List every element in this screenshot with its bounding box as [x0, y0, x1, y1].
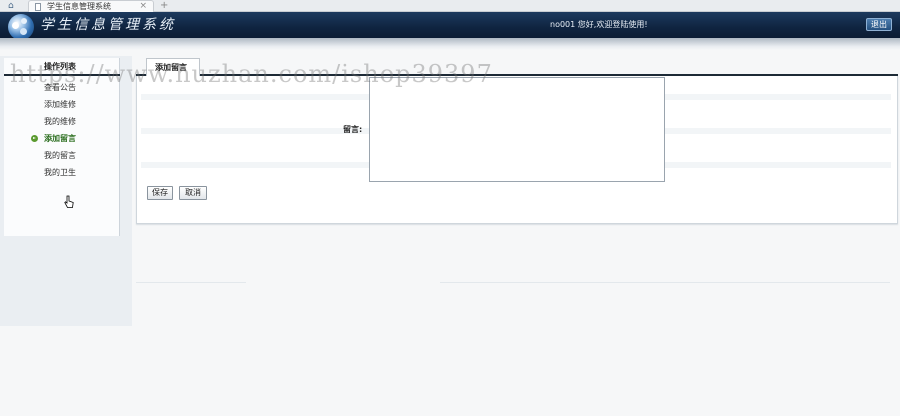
- sidebar-item-my-messages[interactable]: 我的留言: [4, 148, 120, 165]
- save-button[interactable]: 保存: [147, 186, 173, 200]
- sidebar: 操作列表 查看公告 添加维修 我的维修 添加留言 我的留言 我的卫生: [0, 56, 132, 326]
- sidebar-item-label: 我的留言: [44, 151, 76, 160]
- sidebar-panel: 操作列表 查看公告 添加维修 我的维修 添加留言 我的留言 我的卫生: [4, 58, 120, 236]
- divider: [136, 282, 246, 283]
- divider: [440, 282, 890, 283]
- sidebar-item-label: 我的维修: [44, 117, 76, 126]
- sidebar-item-add-message[interactable]: 添加留言: [4, 131, 120, 148]
- sidebar-item-label: 查看公告: [44, 83, 76, 92]
- hand-cursor-icon: [64, 195, 74, 208]
- sidebar-title-label: 操作列表: [44, 62, 76, 71]
- browser-tab[interactable]: 学生信息管理系统 ×: [28, 0, 154, 12]
- tab-add-message[interactable]: 添加留言: [146, 58, 200, 76]
- app-title: 学生信息管理系统: [40, 17, 176, 33]
- sidebar-item-my-hygiene[interactable]: 我的卫生: [4, 165, 120, 182]
- browser-tab-strip: ⌂ 学生信息管理系统 × +: [0, 0, 900, 12]
- document-icon: [35, 3, 41, 11]
- sidebar-title: 操作列表: [4, 58, 120, 76]
- header-divider: [0, 38, 900, 50]
- logout-button[interactable]: 退出: [866, 18, 892, 31]
- sidebar-item-my-repairs[interactable]: 我的维修: [4, 114, 120, 131]
- browser-tab-title: 学生信息管理系统: [47, 2, 111, 11]
- main-content: 添加留言 留言: 保存 取消: [136, 56, 898, 224]
- arrow-right-icon: [31, 135, 38, 142]
- message-textarea[interactable]: [369, 77, 665, 182]
- welcome-text: no001 您好,欢迎登陆使用!: [550, 20, 648, 29]
- close-tab-icon[interactable]: ×: [139, 1, 147, 12]
- sidebar-menu: 查看公告 添加维修 我的维修 添加留言 我的留言 我的卫生: [4, 80, 120, 182]
- app-logo: [8, 14, 34, 40]
- cancel-button[interactable]: 取消: [179, 186, 207, 200]
- message-field-label: 留言:: [343, 125, 363, 134]
- sidebar-item-label: 添加维修: [44, 100, 76, 109]
- sidebar-item-label: 我的卫生: [44, 168, 76, 177]
- sidebar-item-add-repair[interactable]: 添加维修: [4, 97, 120, 114]
- form-body: 留言: 保存 取消: [136, 76, 898, 224]
- tab-label: 添加留言: [155, 63, 187, 72]
- home-icon[interactable]: ⌂: [8, 1, 18, 11]
- app-header: 学生信息管理系统 no001 您好,欢迎登陆使用! 退出: [0, 12, 900, 40]
- sidebar-item-label: 添加留言: [44, 134, 76, 143]
- content-tabbar: 添加留言: [136, 56, 898, 76]
- new-tab-icon[interactable]: +: [160, 0, 168, 11]
- sidebar-item-view-notices[interactable]: 查看公告: [4, 80, 120, 97]
